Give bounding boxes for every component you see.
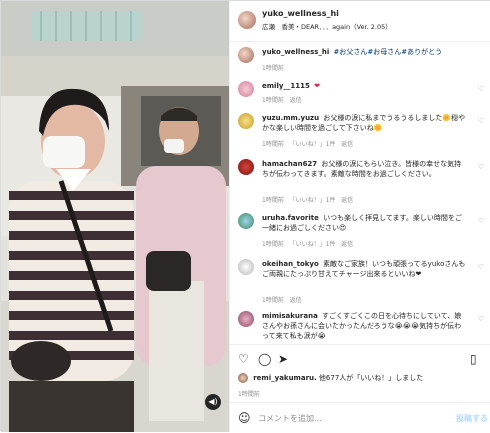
comment-time: 1時間前 xyxy=(262,241,284,248)
heart-icon[interactable]: ♡ xyxy=(478,85,484,93)
comment-time: 1時間前 xyxy=(262,197,284,204)
video-frame xyxy=(1,1,229,432)
comment-likes[interactable]: 「いいね！」1件 xyxy=(290,241,336,248)
comment: mimisakurana すごくすごくこの日を心待ちにしていて、娘さんやお孫さん… xyxy=(238,311,488,343)
share-icon[interactable]: ➤ xyxy=(278,352,288,366)
comment: emily__1115 ❤ 1時間前 返信 ♡ xyxy=(238,81,488,107)
comment-username[interactable]: hamachan627 xyxy=(262,160,317,168)
caption-text: #お父さん#お母さん#ありがとう xyxy=(333,48,443,56)
comment: hamachan627 お父様の涙にもらい泣き。皆様の幸せな気持ちが伝わってきま… xyxy=(238,159,488,205)
reply-button[interactable]: 返信 xyxy=(341,241,353,248)
heart-icon[interactable]: ♡ xyxy=(478,263,484,271)
avatar[interactable] xyxy=(238,311,254,327)
comment-likes[interactable]: 「いいね！」1件 xyxy=(290,141,336,148)
likes-text[interactable]: 他677人が「いいね！」しました xyxy=(319,374,423,382)
caption-time: 1時間前 xyxy=(262,65,284,72)
bookmark-icon[interactable]: ▯ xyxy=(470,352,477,366)
heart-icon[interactable]: ♡ xyxy=(478,217,484,225)
heart-icon[interactable]: ♡ xyxy=(238,352,249,366)
comment-username[interactable]: yuzu.mm.yuzu xyxy=(262,114,319,122)
likes-user[interactable]: remi_yakumaru. xyxy=(253,374,316,382)
add-comment-bar: ☺ コメントを追加... 投稿する xyxy=(230,402,490,433)
post-info-panel: yuko_wellness_hi 広瀬 香美・DEAR．．．again（Ver.… xyxy=(229,1,490,432)
reply-button[interactable]: 返信 xyxy=(290,297,302,304)
post-video[interactable]: ◀) xyxy=(1,1,229,432)
comment-time: 1時間前 xyxy=(262,297,284,304)
comment-time: 1時間前 xyxy=(262,141,284,148)
avatar[interactable] xyxy=(238,373,248,383)
avatar[interactable] xyxy=(238,159,254,175)
avatar[interactable] xyxy=(238,213,254,229)
avatar[interactable] xyxy=(238,113,254,129)
avatar[interactable] xyxy=(238,11,256,29)
post-button[interactable]: 投稿する xyxy=(456,413,488,424)
reply-button[interactable]: 返信 xyxy=(290,97,302,104)
post-time: 1時間前 xyxy=(238,391,260,398)
heart-icon[interactable]: ♡ xyxy=(478,163,484,171)
comment-time: 1時間前 xyxy=(262,97,284,104)
reply-button[interactable]: 返信 xyxy=(341,141,353,148)
post-header: yuko_wellness_hi 広瀬 香美・DEAR．．．again（Ver.… xyxy=(230,1,490,42)
comment-icon[interactable]: ◯ xyxy=(258,352,271,366)
post-dialog: ◀) yuko_wellness_hi 広瀬 香美・DEAR．．．again（V… xyxy=(0,0,490,432)
avatar[interactable] xyxy=(238,81,254,97)
emoji-icon[interactable]: ☺ xyxy=(238,411,251,425)
comment-username[interactable]: mimisakurana xyxy=(262,312,318,320)
heart-icon[interactable]: ♡ xyxy=(478,117,484,125)
comment-username[interactable]: okeihan_tokyo xyxy=(262,260,319,268)
audio-track[interactable]: 広瀬 香美・DEAR．．．again（Ver. 2.05） xyxy=(262,21,392,31)
comment: uruha.favorite いつも楽しく拝見してます。楽しい時間をご一緒にお過… xyxy=(238,213,488,253)
caption-username[interactable]: yuko_wellness_hi xyxy=(262,48,329,56)
header-username[interactable]: yuko_wellness_hi xyxy=(262,9,339,18)
reply-button[interactable]: 返信 xyxy=(341,197,353,204)
comment-username[interactable]: uruha.favorite xyxy=(262,214,319,222)
comment: yuzu.mm.yuzu お父様の涙に私までうるうるしました🌼穏やかな楽しい時間… xyxy=(238,113,488,153)
comment-text: ❤ xyxy=(314,82,320,90)
comment-likes[interactable]: 「いいね！」1件 xyxy=(290,197,336,204)
heart-icon[interactable]: ♡ xyxy=(478,315,484,323)
likes-summary: remi_yakumaru. 他677人が「いいね！」しました xyxy=(238,373,423,383)
comment: okeihan_tokyo 素敵なご家族！いつも頑張ってるyukoさんもご両親に… xyxy=(238,259,488,305)
comment-username[interactable]: emily__1115 xyxy=(262,82,310,90)
comment-input[interactable]: コメントを追加... xyxy=(258,413,322,424)
avatar[interactable] xyxy=(238,259,254,275)
avatar[interactable] xyxy=(238,47,254,63)
action-bar: ♡ ◯ ➤ ▯ xyxy=(230,344,490,371)
mute-icon[interactable]: ◀) xyxy=(205,394,221,410)
